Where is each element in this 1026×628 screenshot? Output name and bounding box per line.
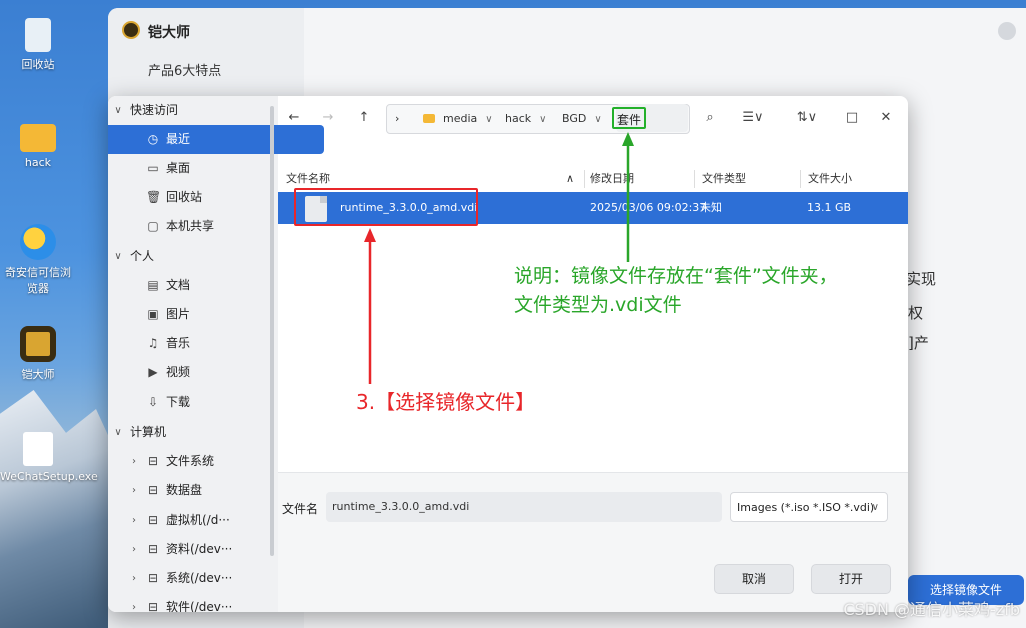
green-arrow-head: [622, 132, 634, 146]
red-arrow-head: [364, 228, 376, 242]
red-annotation-text: 3.【选择镜像文件】: [356, 390, 536, 414]
green-annotation-text: 说明：镜像文件存放在“套件”文件夹， 文件类型为.vdi文件: [514, 265, 838, 316]
annotation-arrows: [364, 132, 634, 384]
watermark: CSDN @通信小菜鸡-zfb: [843, 600, 1020, 619]
